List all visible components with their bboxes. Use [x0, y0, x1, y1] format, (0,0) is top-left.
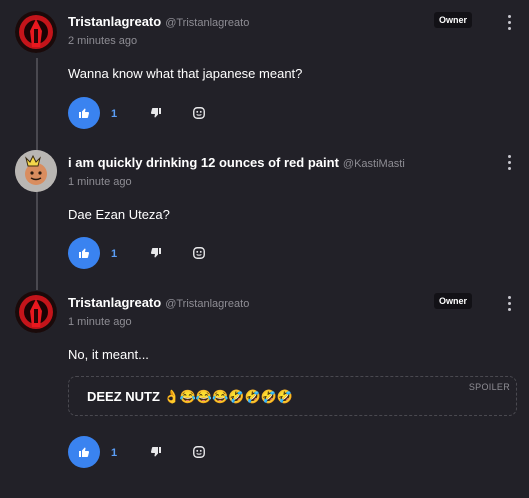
- avatar-cartoon-king-icon[interactable]: [15, 150, 57, 192]
- more-options-icon[interactable]: [504, 155, 514, 173]
- spoiler-block[interactable]: SPOILER DEEZ NUTZ 👌😂😂😂🤣🤣🤣🤣: [68, 376, 517, 416]
- avatar-red-skull-icon[interactable]: [15, 291, 57, 333]
- spoiler-text: DEEZ NUTZ 👌😂😂😂🤣🤣🤣🤣: [87, 389, 294, 404]
- like-count: 1: [111, 447, 118, 459]
- author-name[interactable]: Tristanlagreato: [68, 14, 161, 29]
- author-name[interactable]: Tristanlagreato: [68, 295, 161, 310]
- like-count: 1: [111, 108, 118, 120]
- timestamp: 1 minute ago: [68, 176, 132, 188]
- add-reaction-button[interactable]: [189, 103, 209, 123]
- dislike-button[interactable]: [146, 442, 166, 462]
- owner-badge: Owner: [433, 293, 472, 309]
- emoji-icon: [193, 107, 205, 119]
- comment-text: No, it meant...: [68, 347, 149, 362]
- thumbs-up-icon: [79, 108, 90, 118]
- owner-badge: Owner: [433, 12, 472, 28]
- more-options-icon[interactable]: [504, 15, 514, 33]
- avatar-red-skull-icon[interactable]: [15, 11, 57, 53]
- author-handle[interactable]: @Tristanlagreato: [165, 298, 249, 310]
- spoiler-label: SPOILER: [468, 382, 510, 392]
- author-handle[interactable]: @KastiMasti: [343, 158, 405, 170]
- like-count: 1: [111, 248, 118, 260]
- comment-text: Wanna know what that japanese meant?: [68, 66, 303, 81]
- more-options-icon[interactable]: [504, 296, 514, 314]
- dislike-button[interactable]: [146, 103, 166, 123]
- emoji-icon: [193, 247, 205, 259]
- thumbs-up-icon: [79, 248, 90, 258]
- thumbs-down-icon: [150, 248, 161, 258]
- comment-text: Dae Ezan Uteza?: [68, 207, 170, 222]
- dislike-button[interactable]: [146, 243, 166, 263]
- timestamp: 1 minute ago: [68, 316, 132, 328]
- thumbs-down-icon: [150, 108, 161, 118]
- timestamp: 2 minutes ago: [68, 35, 138, 47]
- add-reaction-button[interactable]: [189, 243, 209, 263]
- like-button[interactable]: [68, 237, 100, 269]
- emoji-icon: [193, 446, 205, 458]
- thumbs-down-icon: [150, 447, 161, 457]
- thumbs-up-icon: [79, 447, 90, 457]
- author-handle[interactable]: @Tristanlagreato: [165, 17, 249, 29]
- add-reaction-button[interactable]: [189, 442, 209, 462]
- like-button[interactable]: [68, 436, 100, 468]
- author-name[interactable]: i am quickly drinking 12 ounces of red p…: [68, 155, 339, 170]
- like-button[interactable]: [68, 97, 100, 129]
